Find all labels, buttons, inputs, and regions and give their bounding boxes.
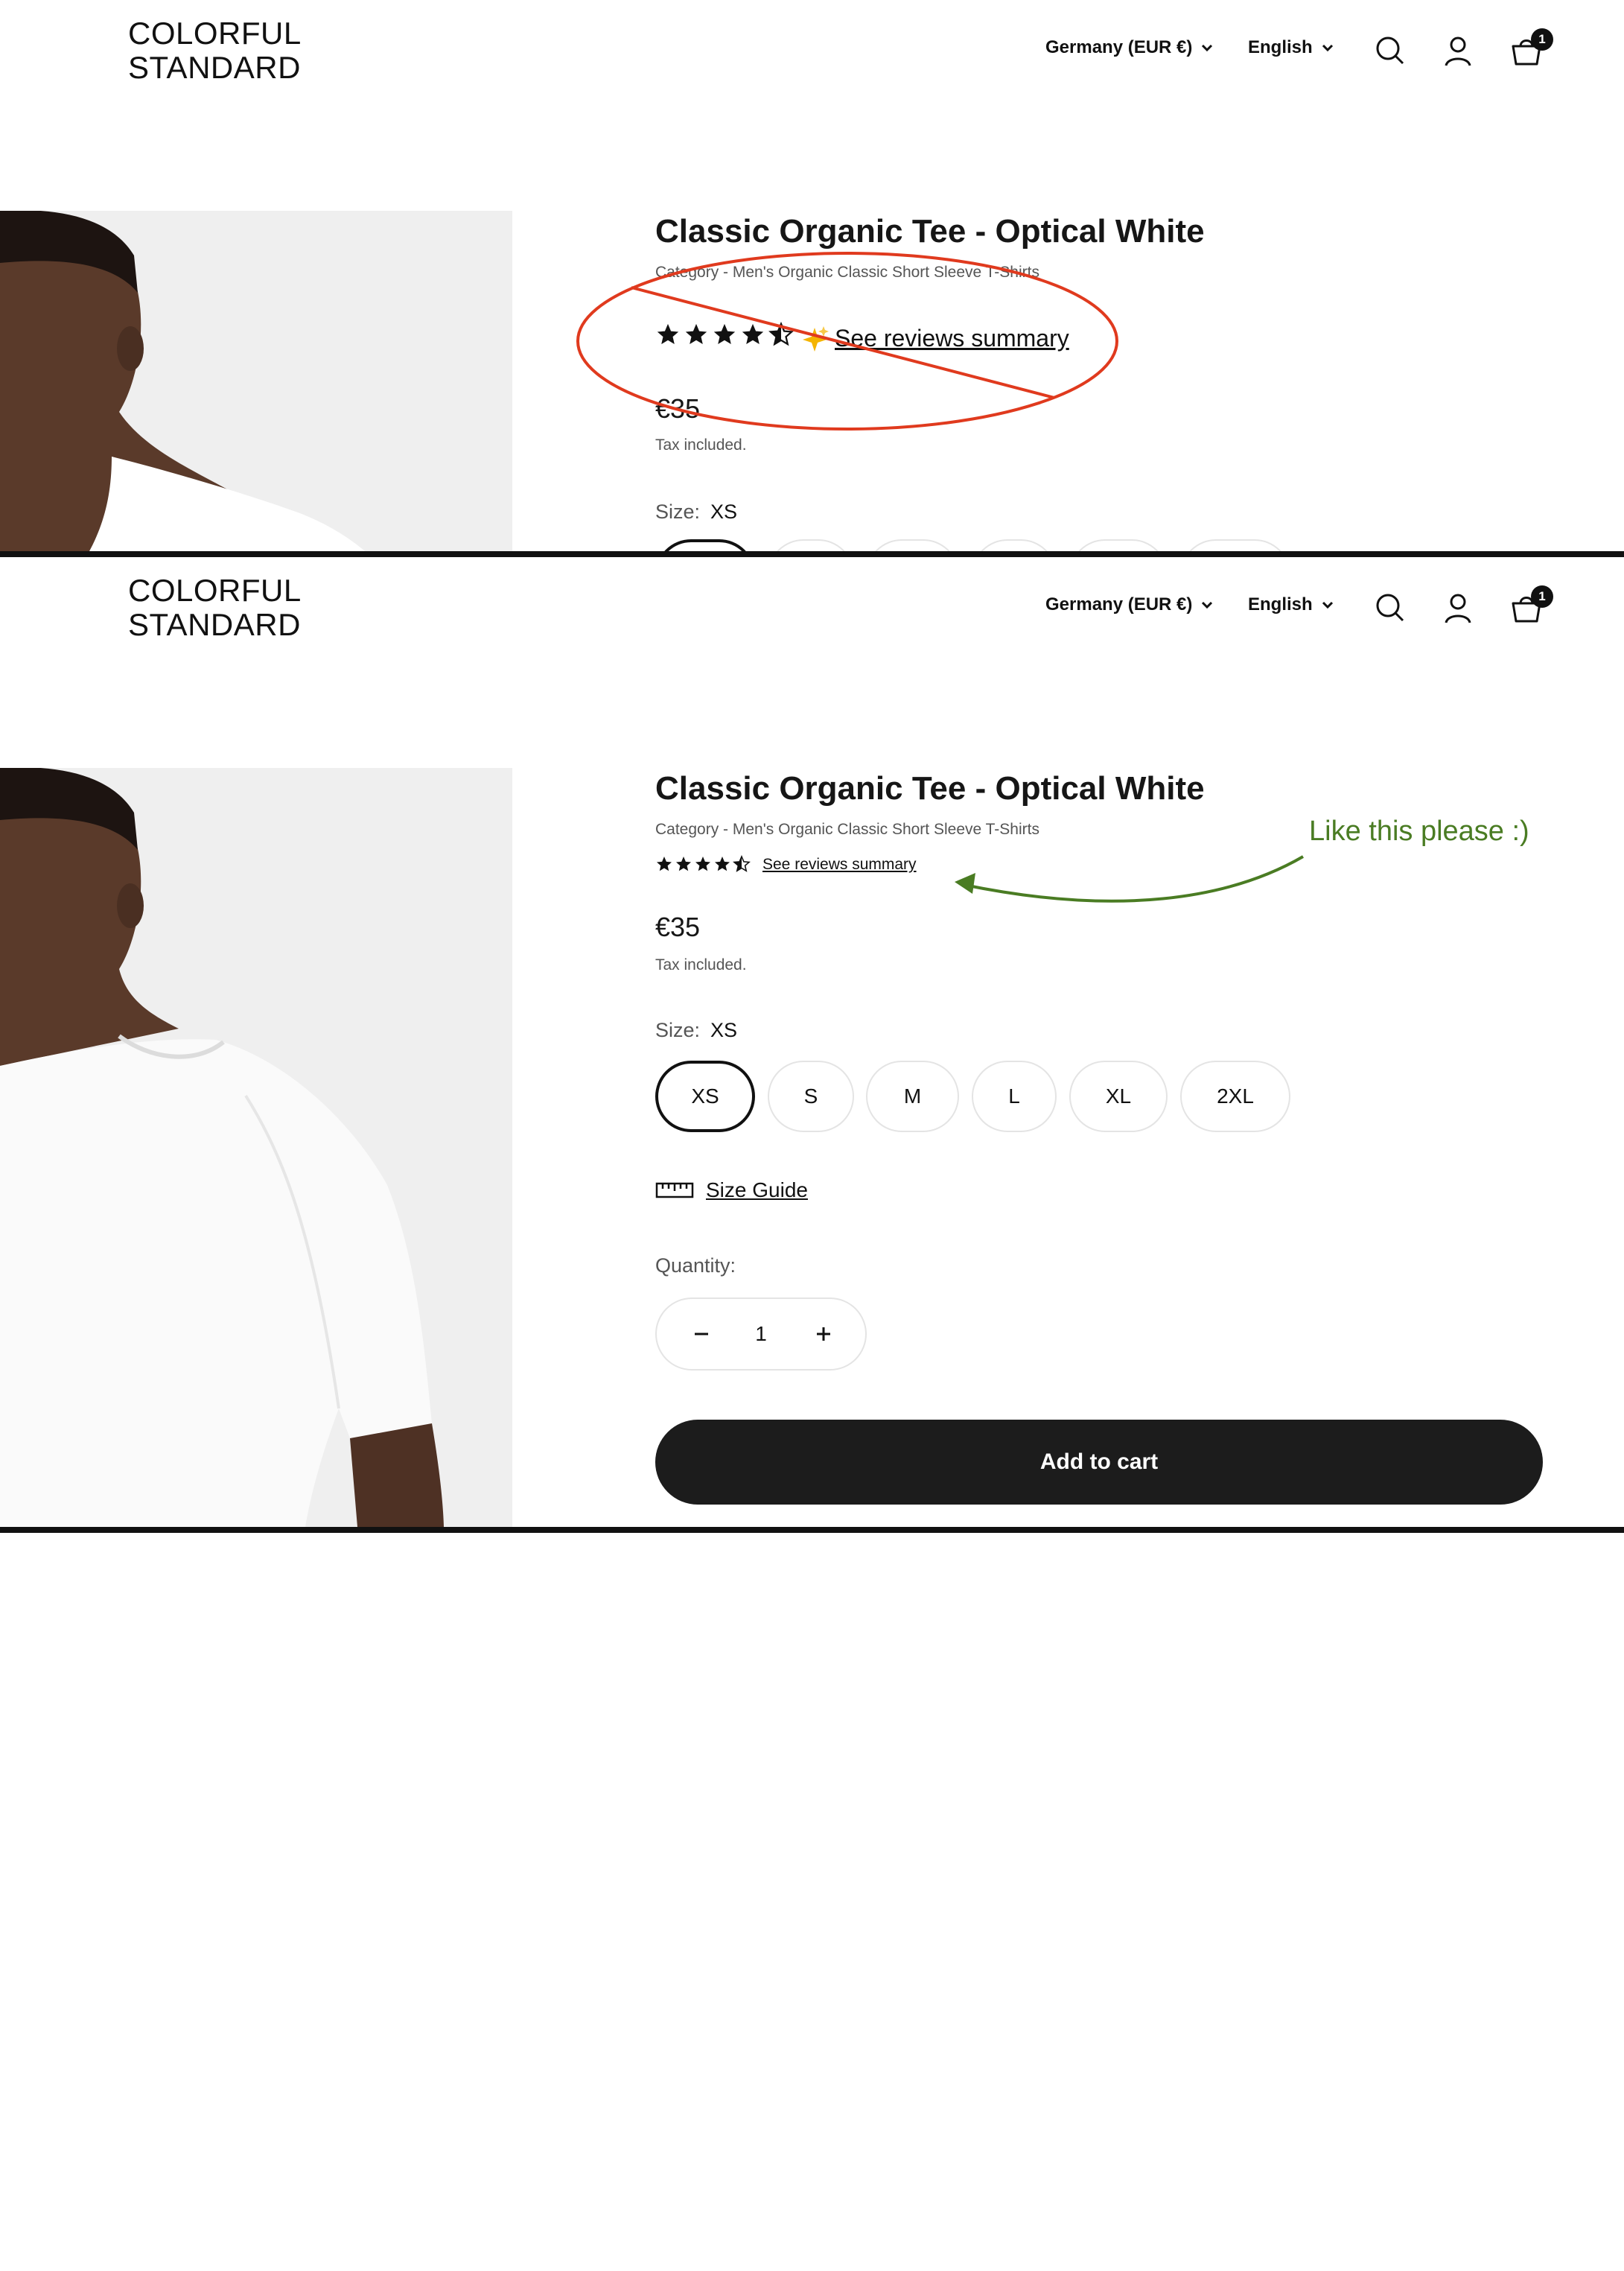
panel-divider <box>0 1527 1624 1533</box>
green-arrow-line <box>964 855 1305 903</box>
screenshot-before: COLORFUL STANDARD Germany (EUR €) Englis… <box>0 0 1624 551</box>
rejected-annotation <box>576 252 1118 431</box>
red-strike-line <box>631 286 1055 399</box>
screenshot-after: COLORFUL STANDARD Germany (EUR €) Englis… <box>0 557 1624 1527</box>
blank-area <box>0 1533 1624 2271</box>
approved-annotation <box>955 855 1305 903</box>
green-arrow-head <box>955 873 975 894</box>
red-circle-mark <box>576 252 1118 431</box>
panel-divider <box>0 551 1624 557</box>
